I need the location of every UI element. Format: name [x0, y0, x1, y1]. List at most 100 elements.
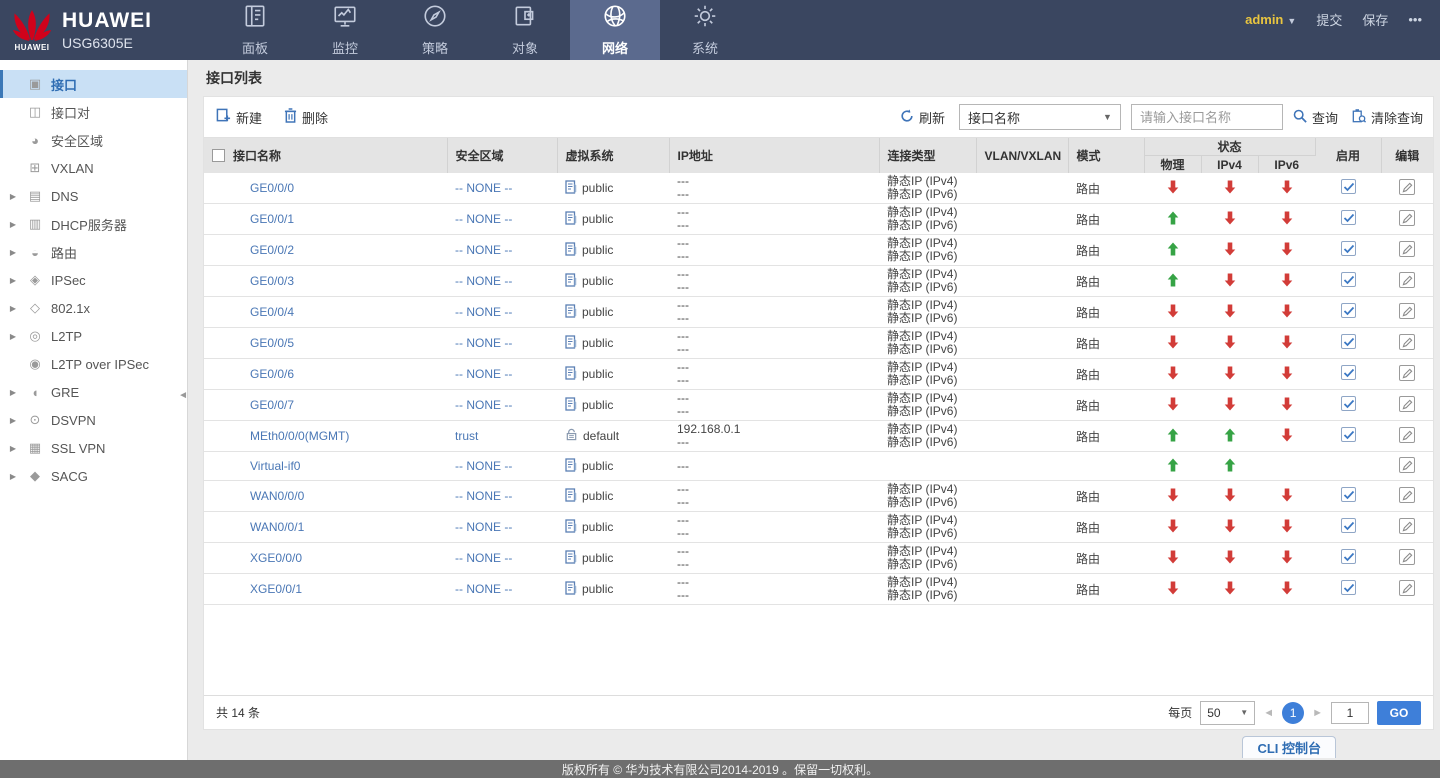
- nav-tab-system[interactable]: 系统: [660, 0, 750, 60]
- sidebar-item--[interactable]: ◫接口对: [0, 98, 187, 126]
- enable-checkbox[interactable]: [1341, 518, 1356, 533]
- sidebar-item--[interactable]: ◕安全区域: [0, 126, 187, 154]
- security-zone-link[interactable]: -- NONE --: [455, 181, 512, 195]
- security-zone-link[interactable]: -- NONE --: [455, 520, 512, 534]
- select-all-checkbox[interactable]: [212, 149, 225, 162]
- security-zone-link[interactable]: -- NONE --: [455, 582, 512, 596]
- interface-name-link[interactable]: WAN0/0/0: [250, 489, 304, 503]
- sidebar-item-dns[interactable]: ▶▤DNS: [0, 182, 187, 210]
- save-button[interactable]: 保存: [1362, 10, 1388, 29]
- expand-arrow-icon[interactable]: ▶: [0, 444, 26, 453]
- prev-page-icon[interactable]: ◄: [1263, 707, 1274, 719]
- sidebar-item-ssl-vpn[interactable]: ▶▦SSL VPN: [0, 434, 187, 462]
- sidebar-item-dhcp-[interactable]: ▶▥DHCP服务器: [0, 210, 187, 238]
- edit-icon[interactable]: [1399, 179, 1415, 195]
- enable-checkbox[interactable]: [1341, 427, 1356, 442]
- enable-checkbox[interactable]: [1341, 580, 1356, 595]
- expand-arrow-icon[interactable]: ▶: [0, 276, 26, 285]
- edit-icon[interactable]: [1399, 457, 1415, 473]
- edit-icon[interactable]: [1399, 303, 1415, 319]
- interface-name-link[interactable]: GE0/0/6: [250, 367, 294, 381]
- enable-checkbox[interactable]: [1341, 334, 1356, 349]
- security-zone-link[interactable]: -- NONE --: [455, 243, 512, 257]
- enable-checkbox[interactable]: [1341, 210, 1356, 225]
- interface-name-link[interactable]: MEth0/0/0(MGMT): [250, 429, 349, 443]
- enable-checkbox[interactable]: [1341, 303, 1356, 318]
- refresh-button[interactable]: 刷新: [900, 108, 945, 127]
- cli-console-button[interactable]: CLI 控制台: [1242, 736, 1336, 758]
- security-zone-link[interactable]: -- NONE --: [455, 367, 512, 381]
- security-zone-link[interactable]: -- NONE --: [455, 305, 512, 319]
- enable-checkbox[interactable]: [1341, 365, 1356, 380]
- security-zone-link[interactable]: -- NONE --: [455, 459, 512, 473]
- commit-button[interactable]: 提交: [1316, 10, 1342, 29]
- enable-checkbox[interactable]: [1341, 179, 1356, 194]
- enable-checkbox[interactable]: [1341, 487, 1356, 502]
- query-button[interactable]: 查询: [1293, 108, 1338, 127]
- security-zone-link[interactable]: -- NONE --: [455, 489, 512, 503]
- new-button[interactable]: 新建: [216, 108, 262, 127]
- edit-icon[interactable]: [1399, 334, 1415, 350]
- edit-icon[interactable]: [1399, 518, 1415, 534]
- interface-name-link[interactable]: GE0/0/7: [250, 398, 294, 412]
- interface-name-link[interactable]: Virtual-if0: [250, 459, 300, 473]
- expand-arrow-icon[interactable]: ▶: [0, 304, 26, 313]
- enable-checkbox[interactable]: [1341, 396, 1356, 411]
- sidebar-item-gre[interactable]: ▶◖GRE: [0, 378, 187, 406]
- sidebar-item-l2tp[interactable]: ▶◎L2TP: [0, 322, 187, 350]
- expand-arrow-icon[interactable]: ▶: [0, 248, 26, 257]
- security-zone-link[interactable]: -- NONE --: [455, 212, 512, 226]
- interface-name-link[interactable]: GE0/0/4: [250, 305, 294, 319]
- more-menu-icon[interactable]: •••: [1408, 12, 1422, 27]
- filter-field-select[interactable]: 接口名称 ▼: [959, 104, 1121, 130]
- sidebar-item-vxlan[interactable]: ⊞VXLAN: [0, 154, 187, 182]
- nav-tab-panel[interactable]: 面板: [210, 0, 300, 60]
- delete-button[interactable]: 删除: [284, 108, 328, 127]
- edit-icon[interactable]: [1399, 427, 1415, 443]
- interface-name-link[interactable]: GE0/0/3: [250, 274, 294, 288]
- edit-icon[interactable]: [1399, 580, 1415, 596]
- edit-icon[interactable]: [1399, 487, 1415, 503]
- clear-query-button[interactable]: 清除查询: [1352, 108, 1423, 127]
- user-menu[interactable]: admin▼: [1245, 12, 1296, 27]
- enable-checkbox[interactable]: [1341, 241, 1356, 256]
- expand-arrow-icon[interactable]: ▶: [0, 472, 26, 481]
- interface-name-link[interactable]: WAN0/0/1: [250, 520, 304, 534]
- security-zone-link[interactable]: trust: [455, 429, 478, 443]
- nav-tab-policy[interactable]: 策略: [390, 0, 480, 60]
- sidebar-item-l2tp-over-ipsec[interactable]: ◉L2TP over IPSec: [0, 350, 187, 378]
- edit-icon[interactable]: [1399, 210, 1415, 226]
- per-page-select[interactable]: 50 ▼: [1200, 701, 1255, 725]
- expand-arrow-icon[interactable]: ▶: [0, 332, 26, 341]
- expand-arrow-icon[interactable]: ▶: [0, 220, 26, 229]
- interface-name-link[interactable]: GE0/0/5: [250, 336, 294, 350]
- interface-name-link[interactable]: XGE0/0/0: [250, 551, 302, 565]
- expand-arrow-icon[interactable]: ▶: [0, 192, 26, 201]
- interface-name-link[interactable]: GE0/0/0: [250, 181, 294, 195]
- sidebar-item--[interactable]: ▣接口: [0, 70, 187, 98]
- expand-arrow-icon[interactable]: ▶: [0, 416, 26, 425]
- search-input[interactable]: [1131, 104, 1283, 130]
- sidebar-item-802-1x[interactable]: ▶◇802.1x: [0, 294, 187, 322]
- next-page-icon[interactable]: ►: [1312, 707, 1323, 719]
- sidebar-item-sacg[interactable]: ▶◆SACG: [0, 462, 187, 490]
- interface-name-link[interactable]: GE0/0/2: [250, 243, 294, 257]
- security-zone-link[interactable]: -- NONE --: [455, 551, 512, 565]
- sidebar-collapse-icon[interactable]: ◄: [178, 390, 188, 401]
- security-zone-link[interactable]: -- NONE --: [455, 336, 512, 350]
- go-button[interactable]: GO: [1377, 701, 1421, 725]
- security-zone-link[interactable]: -- NONE --: [455, 274, 512, 288]
- interface-name-link[interactable]: GE0/0/1: [250, 212, 294, 226]
- current-page-badge[interactable]: 1: [1282, 702, 1304, 724]
- sidebar-item-ipsec[interactable]: ▶◈IPSec: [0, 266, 187, 294]
- edit-icon[interactable]: [1399, 241, 1415, 257]
- nav-tab-monitor[interactable]: 监控: [300, 0, 390, 60]
- edit-icon[interactable]: [1399, 396, 1415, 412]
- edit-icon[interactable]: [1399, 549, 1415, 565]
- enable-checkbox[interactable]: [1341, 272, 1356, 287]
- goto-page-input[interactable]: [1331, 702, 1369, 724]
- edit-icon[interactable]: [1399, 365, 1415, 381]
- nav-tab-object[interactable]: 对象: [480, 0, 570, 60]
- expand-arrow-icon[interactable]: ▶: [0, 388, 26, 397]
- enable-checkbox[interactable]: [1341, 549, 1356, 564]
